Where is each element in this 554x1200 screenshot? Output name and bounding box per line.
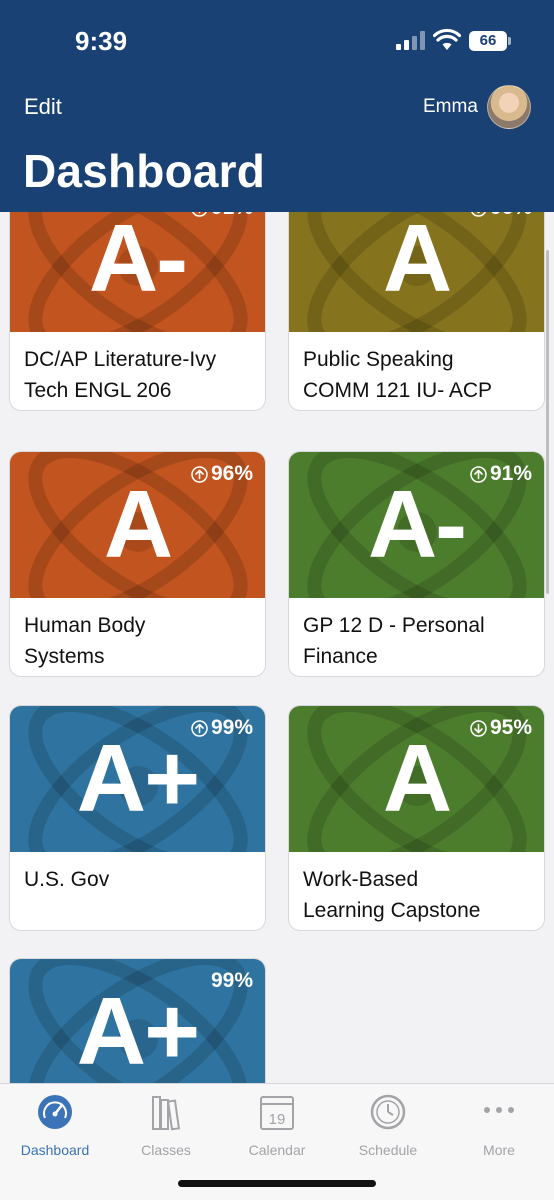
- course-card-header: A-91%: [289, 452, 544, 598]
- tab-schedule[interactable]: Schedule: [333, 1092, 443, 1158]
- course-card-header: A 95%: [289, 706, 544, 852]
- page-title: Dashboard: [23, 145, 266, 197]
- course-name: Human Body Systems: [24, 614, 146, 668]
- tab-label: Classes: [141, 1142, 191, 1158]
- course-card[interactable]: A 96% Public Speaking COMM 121 IU- ACP: [288, 212, 545, 411]
- course-grid: A-91%DC/AP Literature-Ivy Tech ENGL 206A…: [0, 212, 554, 1083]
- tab-dashboard[interactable]: Dashboard: [0, 1092, 110, 1158]
- calendar-day: 19: [269, 1111, 286, 1128]
- battery-tip-icon: [508, 37, 511, 45]
- course-percent-value: 91%: [211, 212, 253, 220]
- course-percent: 91%: [191, 212, 253, 220]
- battery-indicator: 66: [469, 31, 507, 51]
- course-name: U.S. Gov: [24, 868, 110, 891]
- trend-up-icon: [192, 212, 207, 217]
- books-icon: [152, 1096, 181, 1131]
- tab-label: Schedule: [358, 1142, 418, 1158]
- tab-label: Dashboard: [20, 1142, 90, 1158]
- avatar[interactable]: [487, 85, 531, 129]
- course-percent: 95%: [470, 716, 532, 740]
- course-card[interactable]: A+ 99% U.S. Gov: [9, 705, 266, 931]
- course-percent: 99%: [191, 716, 253, 740]
- course-card[interactable]: A 96% Human Body Systems: [9, 451, 266, 677]
- trend-down-icon: [471, 212, 486, 217]
- home-indicator: [178, 1180, 376, 1187]
- dashboard-gauge-icon: [38, 1095, 72, 1129]
- course-percent-value: 91%: [489, 462, 532, 485]
- course-percent-value: 96%: [210, 462, 253, 485]
- trend-up-icon: [191, 465, 208, 483]
- course-percent-value: 99%: [210, 716, 253, 739]
- course-name: Work-Based Learning Capstone: [303, 868, 481, 922]
- course-percent: 99%: [211, 969, 253, 993]
- course-percent: 96%: [470, 212, 532, 220]
- status-bar: 9:39 66: [0, 0, 554, 80]
- course-name: GP 12 D - Personal Finance: [303, 614, 485, 668]
- more-dots-icon: [484, 1107, 514, 1113]
- edit-button[interactable]: Edit: [24, 94, 62, 120]
- course-percent: 91%: [470, 462, 532, 486]
- cellular-signal-icon: [396, 30, 426, 50]
- course-card[interactable]: A- 91% GP 12 D - Personal Finance: [288, 451, 545, 677]
- course-grade: A-: [88, 212, 188, 312]
- course-name: Public Speaking COMM 121 IU- ACP: [303, 348, 493, 402]
- course-percent: 96%: [191, 462, 253, 486]
- trend-up-icon: [470, 465, 487, 483]
- tab-label: Calendar: [248, 1142, 306, 1158]
- wifi-icon: [433, 28, 461, 50]
- course-card-header: A- 91%: [10, 212, 265, 332]
- course-card-header: A+ 99%: [10, 706, 265, 852]
- scrollbar[interactable]: [546, 250, 549, 594]
- course-grade: A: [382, 212, 452, 312]
- app-header: 9:39 66 Edit Emma Dashboard: [0, 0, 554, 212]
- status-time: 9:39: [75, 26, 128, 56]
- course-percent-value: 96%: [490, 212, 532, 220]
- course-name: DC/AP Literature-Ivy Tech ENGL 206: [24, 348, 217, 402]
- schedule-clock-icon: [370, 1094, 406, 1130]
- calendar-icon: 19: [260, 1096, 294, 1130]
- course-card[interactable]: A- 91% DC/AP Literature-Ivy Tech ENGL 206: [9, 212, 266, 411]
- tab-classes[interactable]: Classes: [111, 1092, 221, 1158]
- trend-up-icon: [191, 719, 208, 737]
- trend-down-icon: [470, 719, 487, 737]
- course-card-header: A 96%: [289, 212, 544, 332]
- tab-calendar[interactable]: 19 Calendar: [222, 1092, 332, 1158]
- course-card[interactable]: A+ 99%: [9, 958, 266, 1083]
- course-card-header: A+ 99%: [10, 959, 265, 1083]
- course-card-header: A96%: [10, 452, 265, 598]
- user-name[interactable]: Emma: [423, 96, 478, 118]
- course-percent-value: 95%: [489, 716, 532, 739]
- course-card[interactable]: A 95% Work-Based Learning Capstone: [288, 705, 545, 931]
- course-percent-value: 99%: [210, 969, 253, 992]
- tab-more[interactable]: More: [444, 1092, 554, 1158]
- tab-label: More: [483, 1142, 515, 1158]
